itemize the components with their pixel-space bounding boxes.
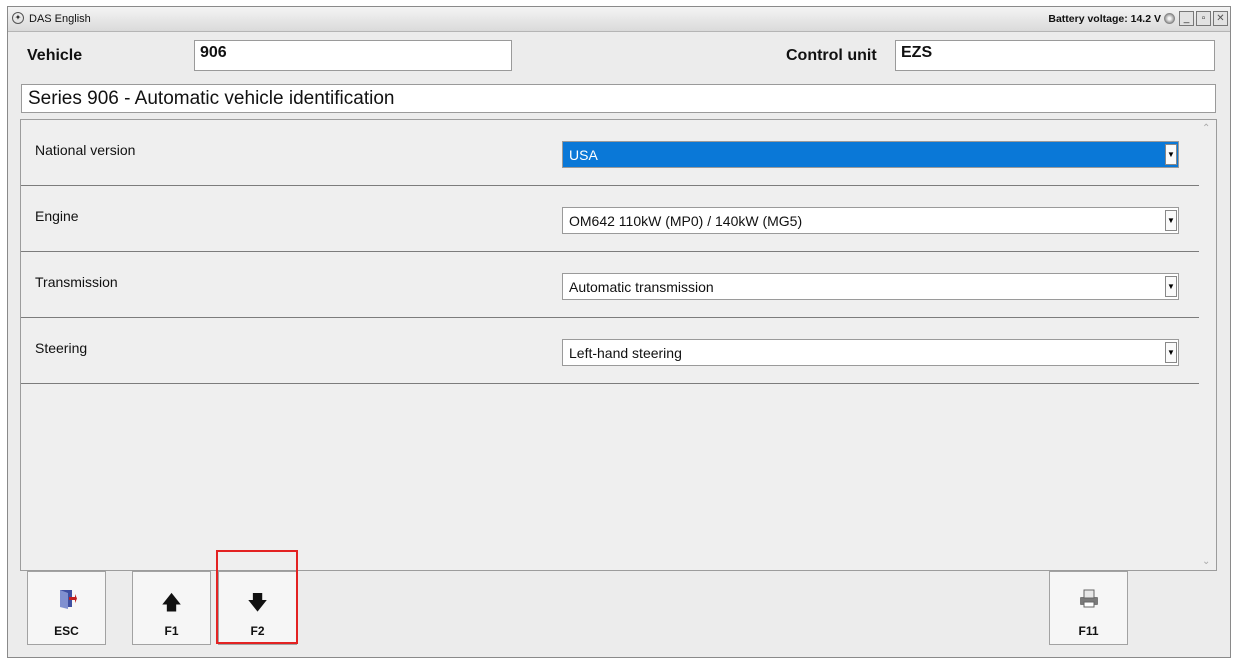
- title-bar: ✦ DAS English Battery voltage: 14.2 V _ …: [8, 7, 1230, 32]
- f1-button[interactable]: 🡅 F1: [132, 571, 211, 645]
- minimize-button[interactable]: _: [1179, 11, 1194, 26]
- engine-value: OM642 110kW (MP0) / 140kW (MG5): [569, 213, 803, 229]
- scroll-up-icon[interactable]: ⌃: [1202, 123, 1210, 134]
- arrow-up-icon: 🡅: [161, 592, 182, 614]
- exit-door-icon: [28, 588, 105, 616]
- vertical-scrollbar[interactable]: ⌃ ⌄: [1199, 120, 1216, 570]
- engine-label: Engine: [35, 208, 79, 224]
- esc-button[interactable]: ESC: [27, 571, 106, 645]
- dropdown-arrow-icon[interactable]: ▼: [1165, 210, 1177, 231]
- transmission-select[interactable]: Automatic transmission ▼: [562, 273, 1179, 300]
- battery-voltage: Battery voltage: 14.2 V: [1048, 13, 1161, 25]
- printer-icon: [1050, 588, 1127, 614]
- steering-label: Steering: [35, 340, 88, 356]
- row-national-version: National version USA ▼: [21, 120, 1199, 186]
- row-steering: Steering Left-hand steering ▼: [21, 318, 1199, 384]
- steering-select[interactable]: Left-hand steering ▼: [562, 339, 1179, 366]
- series-title: Series 906 - Automatic vehicle identific…: [21, 84, 1216, 113]
- esc-label: ESC: [54, 624, 79, 638]
- dropdown-arrow-icon[interactable]: ▼: [1165, 276, 1177, 297]
- national-version-select[interactable]: USA ▼: [562, 141, 1179, 168]
- row-engine: Engine OM642 110kW (MP0) / 140kW (MG5) ▼: [21, 186, 1199, 252]
- f11-button[interactable]: F11: [1049, 571, 1128, 645]
- national-version-value: USA: [569, 147, 598, 163]
- app-window: ✦ DAS English Battery voltage: 14.2 V _ …: [7, 6, 1231, 658]
- f2-highlight-box: [216, 550, 298, 644]
- identification-panel: National version USA ▼ Engine OM642 110k…: [20, 119, 1217, 571]
- f1-label: F1: [164, 624, 179, 638]
- dropdown-arrow-icon[interactable]: ▼: [1165, 144, 1177, 165]
- close-button[interactable]: ✕: [1213, 11, 1228, 26]
- app-icon: ✦: [12, 12, 24, 24]
- scroll-down-icon[interactable]: ⌄: [1202, 556, 1210, 567]
- engine-select[interactable]: OM642 110kW (MP0) / 140kW (MG5) ▼: [562, 207, 1179, 234]
- vehicle-field: 906: [194, 40, 512, 71]
- transmission-value: Automatic transmission: [569, 279, 714, 295]
- restore-button[interactable]: ▫: [1196, 11, 1211, 26]
- transmission-label: Transmission: [35, 274, 118, 290]
- f11-label: F11: [1078, 624, 1099, 638]
- national-version-label: National version: [35, 142, 136, 158]
- control-unit-label: Control unit: [786, 47, 877, 64]
- row-transmission: Transmission Automatic transmission ▼: [21, 252, 1199, 318]
- battery-status-icon: [1164, 13, 1175, 24]
- control-unit-field: EZS: [895, 40, 1215, 71]
- window-title: DAS English: [29, 13, 91, 25]
- steering-value: Left-hand steering: [569, 345, 682, 361]
- vehicle-label: Vehicle: [27, 47, 83, 64]
- dropdown-arrow-icon[interactable]: ▼: [1165, 342, 1177, 363]
